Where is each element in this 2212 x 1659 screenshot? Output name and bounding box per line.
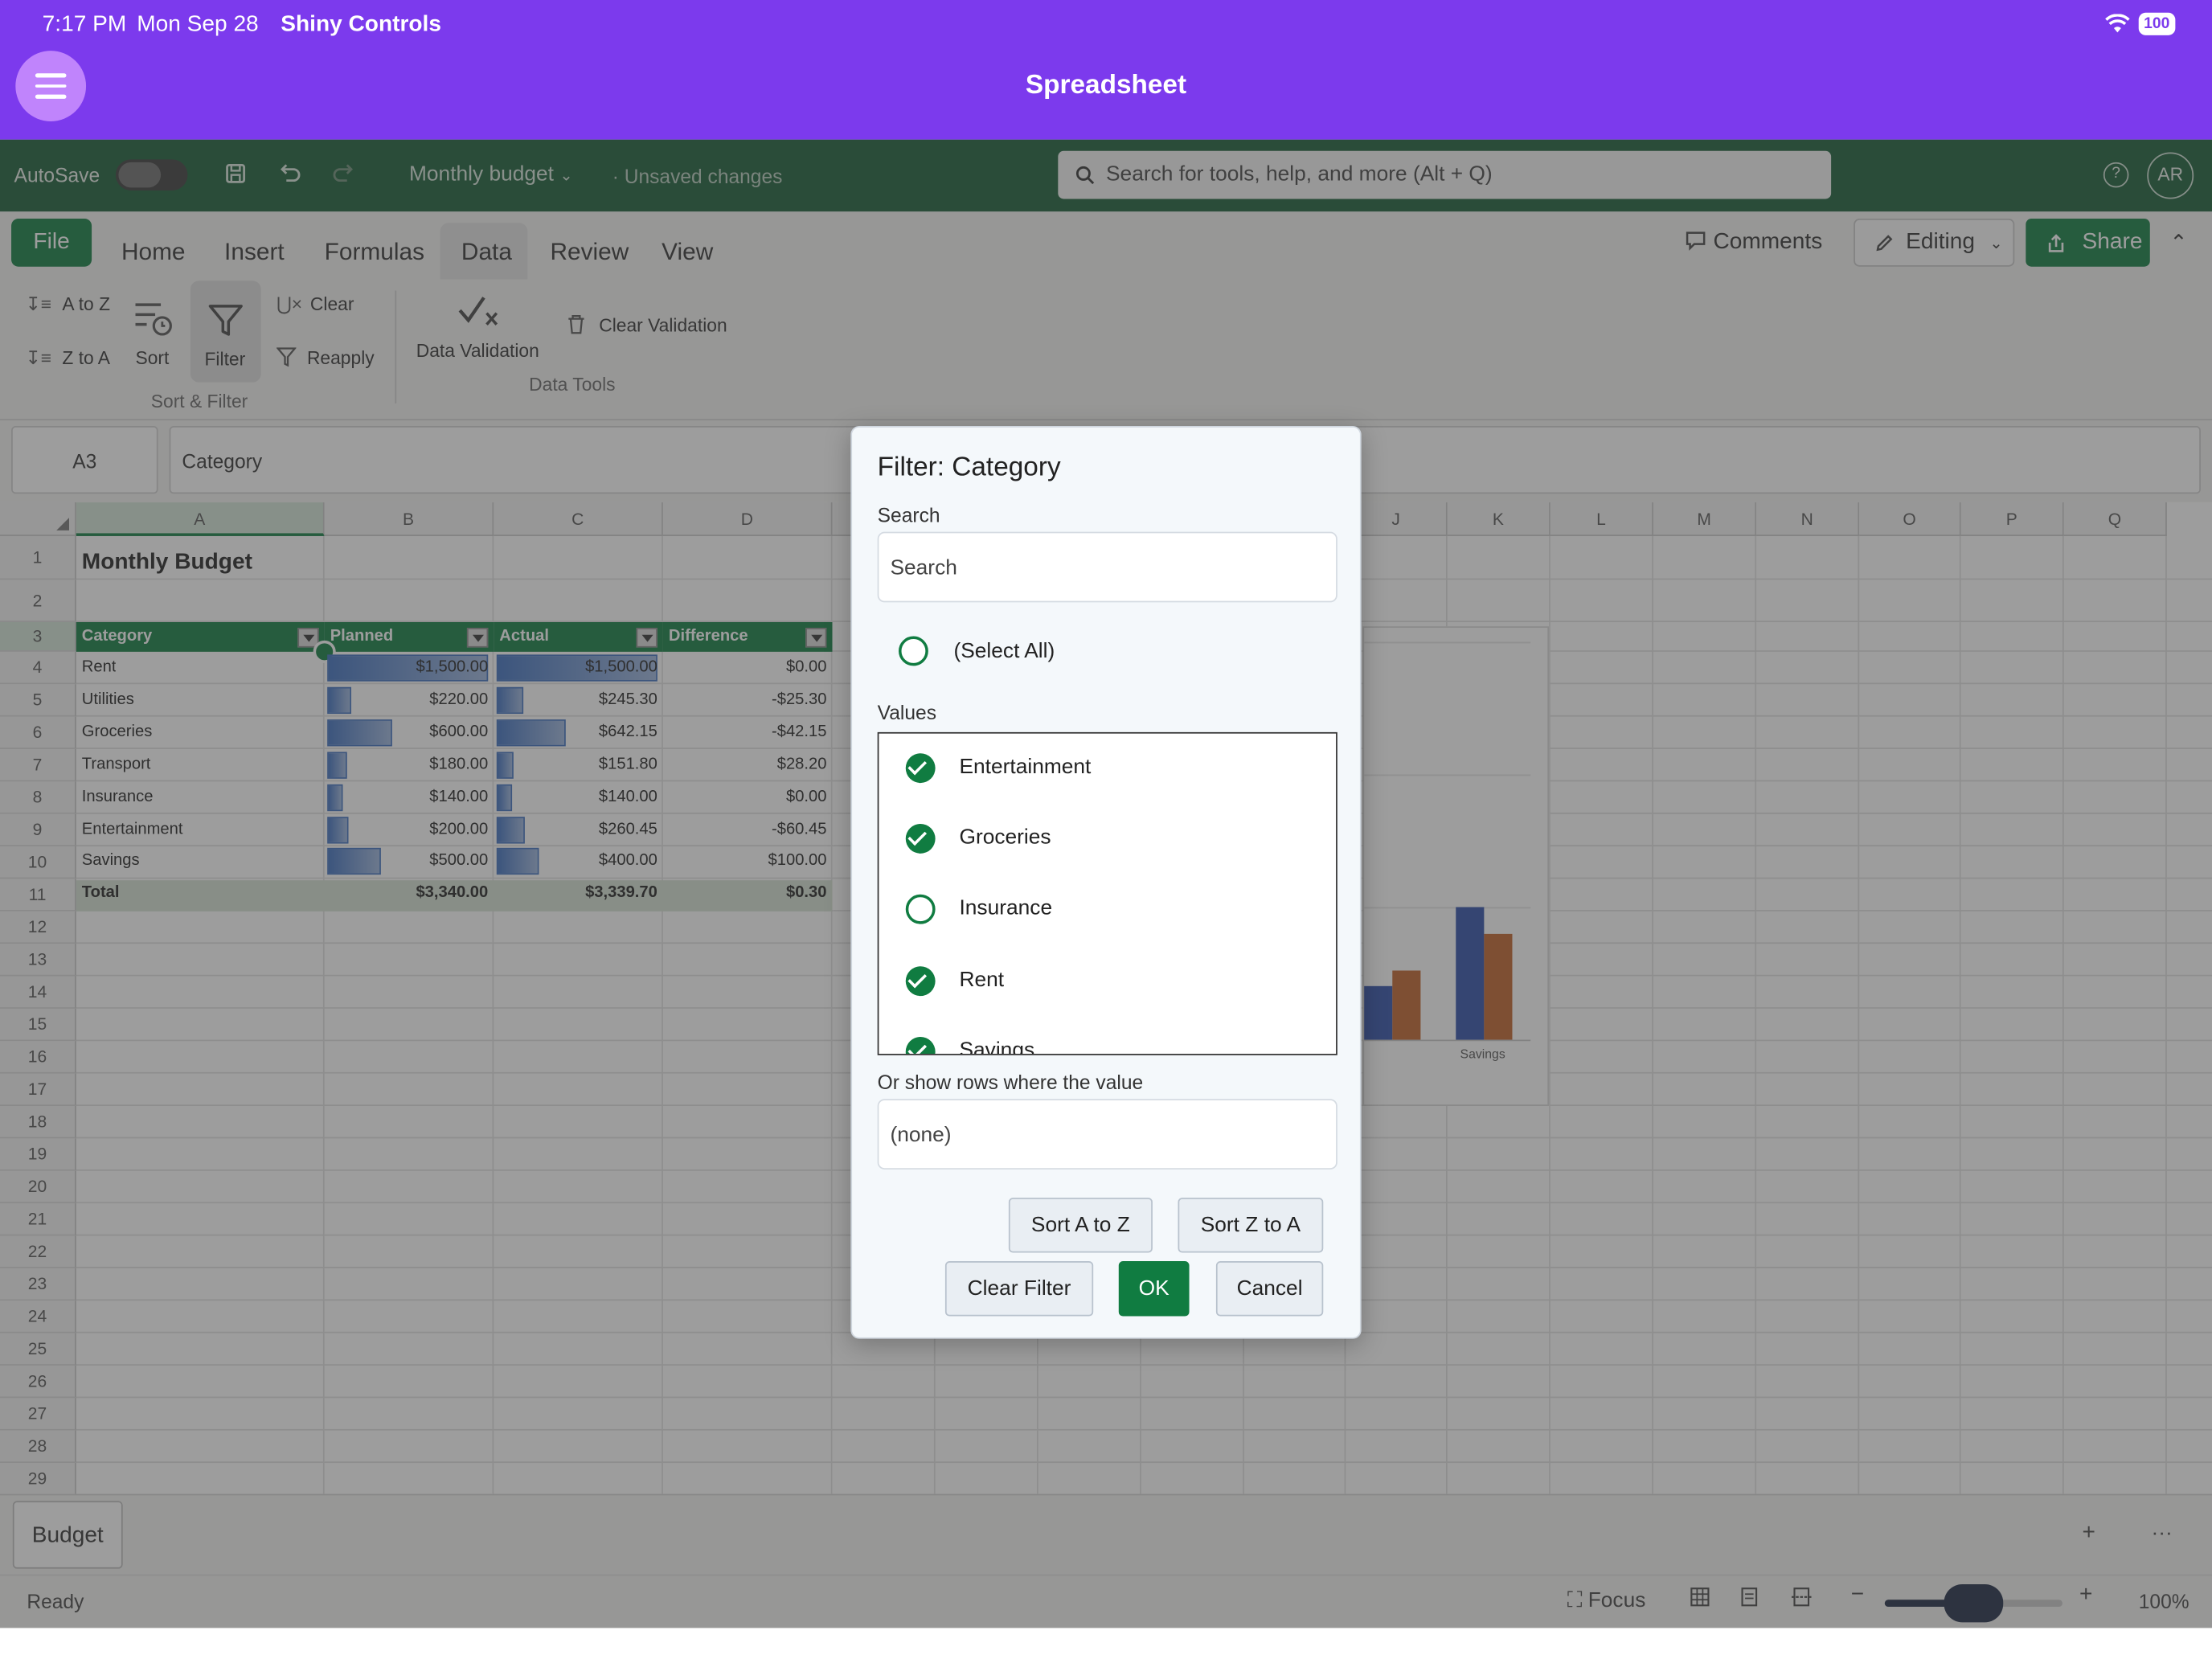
- condition-select[interactable]: (none): [877, 1099, 1337, 1169]
- search-label: Search: [877, 503, 940, 526]
- value-option-label: Groceries: [959, 825, 1051, 850]
- battery-icon: 100: [2138, 12, 2176, 35]
- status-bar: 7:17 PM Mon Sep 28 Shiny Controls 100 Sp…: [0, 0, 2212, 140]
- dialog-title: Filter: Category: [877, 453, 1061, 483]
- status-app-name: Shiny Controls: [281, 12, 441, 37]
- ok-button[interactable]: OK: [1118, 1261, 1190, 1317]
- checked-checkbox-icon[interactable]: [905, 824, 936, 854]
- unchecked-checkbox-icon[interactable]: [905, 895, 936, 925]
- value-option-label: Insurance: [959, 896, 1053, 921]
- value-option-label: Rent: [959, 967, 1005, 992]
- checked-checkbox-icon[interactable]: [905, 1036, 936, 1055]
- value-option-label: Savings: [959, 1038, 1035, 1055]
- checked-checkbox-icon[interactable]: [905, 965, 936, 996]
- select-all-radio[interactable]: [898, 636, 928, 666]
- sort-a-to-z-dialog-button[interactable]: Sort A to Z: [1008, 1198, 1153, 1253]
- value-option-label: Entertainment: [959, 754, 1092, 779]
- condition-label: Or show rows where the value: [877, 1071, 1144, 1094]
- select-all-label: (Select All): [953, 639, 1055, 663]
- status-indicators: 100: [2104, 12, 2176, 35]
- sort-z-to-a-dialog-button[interactable]: Sort Z to A: [1178, 1198, 1324, 1253]
- cancel-button[interactable]: Cancel: [1215, 1261, 1324, 1317]
- clear-filter-button[interactable]: Clear Filter: [944, 1261, 1094, 1317]
- filter-dialog: Filter: Category Search Search (Select A…: [850, 426, 1362, 1339]
- app-title: Spreadsheet: [1025, 70, 1187, 100]
- app-root: 7:17 PM Mon Sep 28 Shiny Controls 100 Sp…: [0, 0, 2212, 1659]
- wifi-icon: [2104, 14, 2130, 33]
- filter-search-input[interactable]: Search: [877, 531, 1337, 603]
- checked-checkbox-icon[interactable]: [905, 753, 936, 784]
- home-indicator-area: [0, 1628, 2212, 1659]
- status-time: 7:17 PM: [42, 12, 127, 37]
- values-list[interactable]: Entertainment Groceries Insurance Rent Savin…: [877, 731, 1337, 1055]
- status-date: Mon Sep 28: [137, 12, 259, 37]
- values-label: Values: [877, 701, 937, 724]
